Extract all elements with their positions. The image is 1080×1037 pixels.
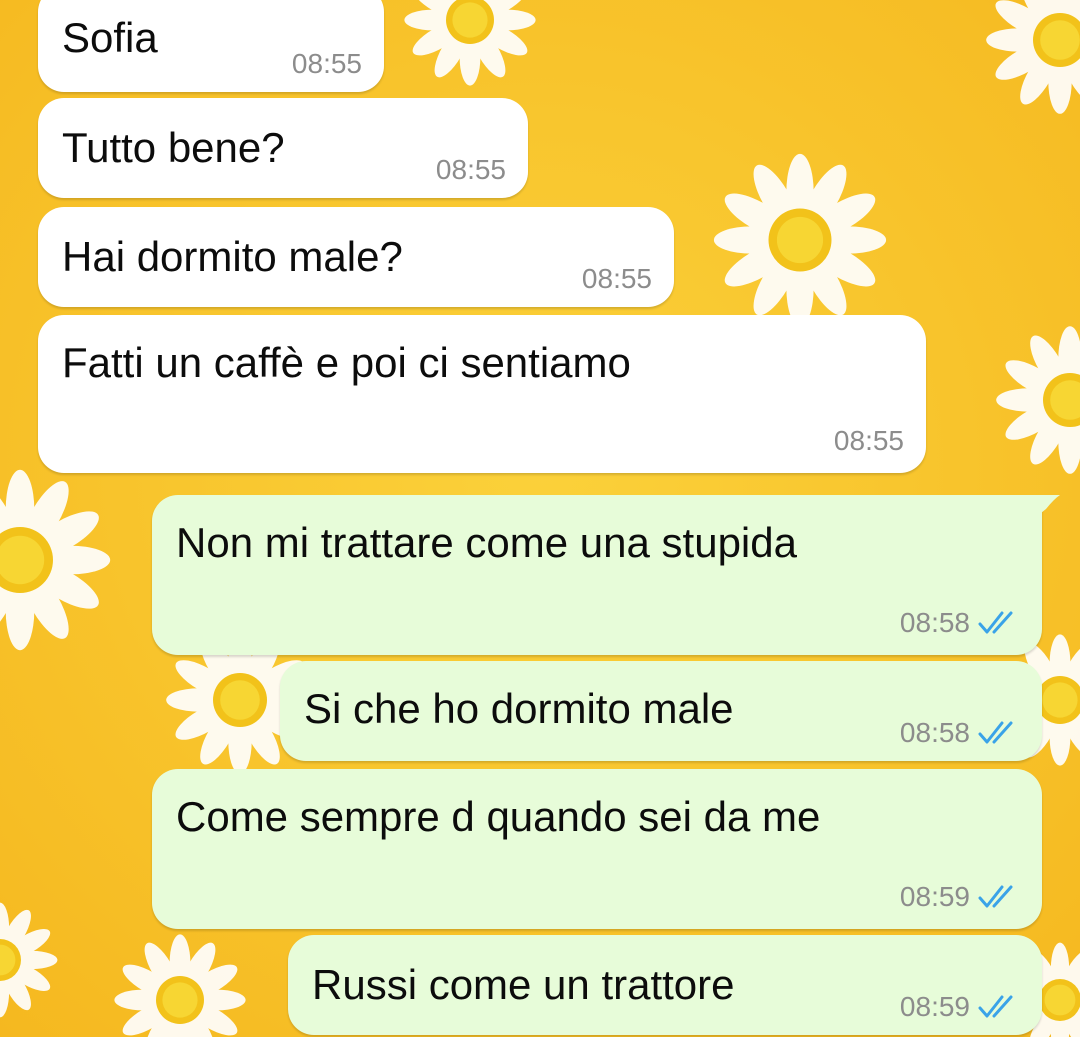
message-meta: 08:59: [900, 991, 1020, 1023]
message-meta: 08:59: [900, 881, 1020, 913]
message-text: Tutto bene?: [62, 124, 285, 171]
message-meta: 08:55: [436, 154, 506, 186]
message-text: Sofia: [62, 14, 158, 61]
message-bubble-outgoing[interactable]: Come sempre d quando sei da me 08:59: [152, 769, 1042, 929]
message-text: Russi come un trattore: [312, 961, 735, 1008]
message-text: Fatti un caffè e poi ci sentiamo: [62, 339, 631, 386]
double-check-read-icon: [978, 721, 1013, 744]
message-bubble-outgoing[interactable]: Russi come un trattore 08:59: [288, 935, 1042, 1035]
double-check-read-icon: [978, 885, 1013, 908]
message-text: Hai dormito male?: [62, 233, 403, 280]
bubble-tail: [1036, 495, 1060, 517]
message-text: Si che ho dormito male: [304, 685, 734, 732]
double-check-read-icon: [978, 611, 1013, 634]
message-bubble-incoming[interactable]: Fatti un caffè e poi ci sentiamo 08:55: [38, 315, 926, 473]
double-check-read-icon: [978, 995, 1013, 1018]
message-time: 08:55: [291, 48, 362, 79]
message-meta: 08:55: [582, 263, 652, 295]
message-time: 08:59: [899, 881, 970, 912]
message-time: 08:55: [435, 154, 506, 185]
message-time: 08:58: [899, 607, 970, 638]
message-time: 08:55: [833, 425, 904, 456]
message-time: 08:59: [899, 991, 970, 1022]
message-text: Non mi trattare come una stupida: [176, 519, 797, 566]
message-time: 08:58: [899, 717, 970, 748]
message-meta: 08:55: [834, 425, 904, 457]
message-text: Come sempre d quando sei da me: [176, 793, 821, 840]
message-bubble-incoming[interactable]: Hai dormito male? 08:55: [38, 207, 674, 307]
message-bubble-outgoing[interactable]: Non mi trattare come una stupida 08:58: [152, 495, 1060, 655]
message-bubble-outgoing[interactable]: Si che ho dormito male 08:58: [280, 661, 1042, 761]
message-meta: 08:58: [900, 607, 1020, 639]
message-meta: 08:55: [292, 48, 362, 80]
message-bubble-incoming[interactable]: Sofia 08:55: [38, 0, 384, 92]
message-bubble-incoming[interactable]: Tutto bene? 08:55: [38, 98, 528, 198]
message-meta: 08:58: [900, 717, 1020, 749]
message-time: 08:55: [581, 263, 652, 294]
